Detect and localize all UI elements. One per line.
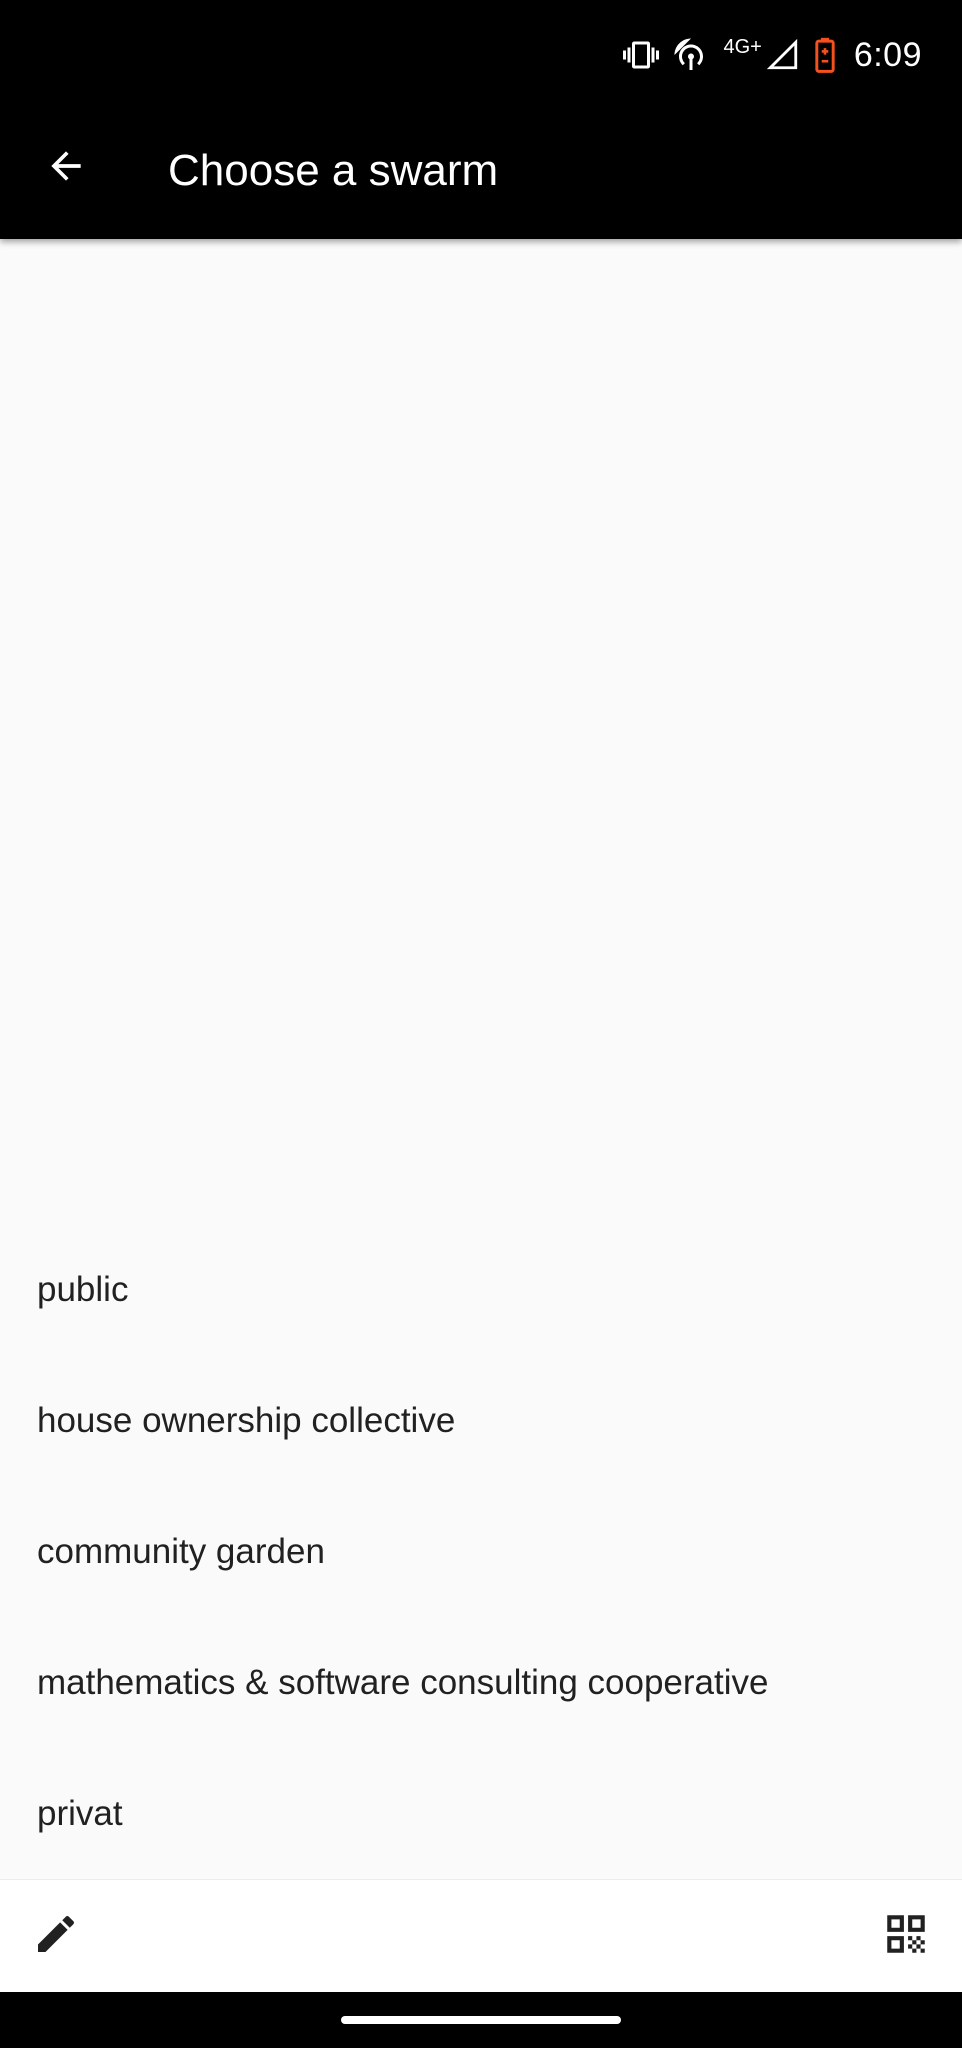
list-item-swarm[interactable]: house ownership collective	[0, 1355, 962, 1486]
edit-icon	[32, 1910, 80, 1963]
system-nav-bar	[0, 1992, 962, 2048]
list-item-swarm[interactable]: privat	[0, 1748, 962, 1879]
clock: 6:09	[853, 35, 922, 74]
status-icons: 4G+ 6:09	[623, 30, 922, 80]
arrow-back-icon	[44, 144, 88, 193]
status-bar: 4G+ 6:09	[0, 0, 962, 110]
hotspot-icon	[673, 37, 709, 73]
vibrate-icon	[623, 37, 660, 73]
home-gesture-handle[interactable]	[341, 2016, 621, 2024]
network-type-label: 4G+	[723, 36, 762, 58]
list-item-swarm[interactable]: mathematics & software consulting cooper…	[0, 1617, 962, 1748]
battery-charging-icon	[814, 37, 836, 73]
qr-code-icon	[881, 1909, 931, 1964]
app-bar: Choose a swarm	[0, 110, 962, 239]
page-title: Choose a swarm	[168, 146, 499, 195]
swarm-list: public house ownership collective commun…	[0, 1224, 962, 1879]
signal-icon	[766, 38, 800, 72]
edit-button[interactable]	[18, 1898, 94, 1974]
list-item-swarm[interactable]: public	[0, 1224, 962, 1355]
back-button[interactable]	[28, 130, 104, 206]
swarm-list-area: public house ownership collective commun…	[0, 239, 962, 1879]
list-item-swarm[interactable]: community garden	[0, 1486, 962, 1617]
bottom-bar	[0, 1879, 962, 1993]
qr-scan-button[interactable]	[868, 1898, 944, 1974]
